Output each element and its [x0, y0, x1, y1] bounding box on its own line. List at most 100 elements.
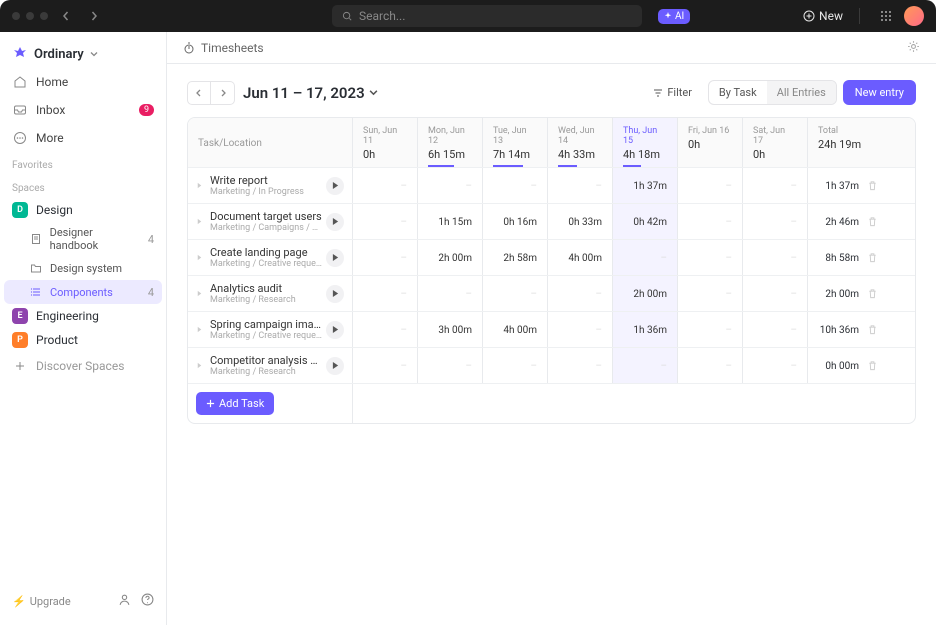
total-header: Total24h 19m — [808, 118, 886, 167]
all-entries-tab[interactable]: All Entries — [767, 81, 836, 104]
trash-icon[interactable] — [867, 252, 878, 266]
task-title: Analytics audit — [210, 282, 322, 295]
sidebar-home[interactable]: Home — [4, 68, 162, 96]
time-cell[interactable]: 1h 37m — [613, 168, 678, 203]
time-cell[interactable]: – — [613, 240, 678, 275]
time-cell[interactable]: – — [743, 204, 808, 239]
trash-icon[interactable] — [867, 216, 878, 230]
trash-icon[interactable] — [867, 324, 878, 338]
time-cell[interactable]: 0h 42m — [613, 204, 678, 239]
nav-forward-button[interactable] — [84, 6, 104, 26]
settings-icon[interactable] — [907, 40, 920, 56]
time-cell[interactable]: – — [353, 168, 418, 203]
task-title: Spring campaign imag... — [210, 318, 322, 331]
trash-icon[interactable] — [867, 288, 878, 302]
time-cell[interactable]: 2h 00m — [418, 240, 483, 275]
expand-icon[interactable] — [196, 215, 206, 228]
window-controls[interactable] — [12, 12, 48, 20]
user-avatar[interactable] — [904, 6, 924, 26]
nav-back-button[interactable] — [56, 6, 76, 26]
search-input[interactable]: Search... — [332, 5, 642, 27]
time-cell[interactable]: – — [418, 276, 483, 311]
time-cell[interactable]: – — [613, 348, 678, 383]
workspace-switcher[interactable]: Ordinary — [4, 40, 162, 68]
task-location: Marketing / Creative reque... — [210, 331, 322, 341]
discover-spaces[interactable]: Discover Spaces — [4, 352, 162, 380]
chevron-down-icon — [90, 50, 98, 58]
time-cell[interactable]: – — [743, 276, 808, 311]
time-cell[interactable]: 4h 00m — [548, 240, 613, 275]
time-cell[interactable]: – — [743, 348, 808, 383]
date-range-picker[interactable]: Jun 11 – 17, 2023 — [243, 84, 378, 102]
time-cell[interactable]: – — [353, 204, 418, 239]
sub-design-system[interactable]: Design system — [4, 256, 162, 280]
time-cell[interactable]: – — [678, 240, 743, 275]
time-cell[interactable]: – — [743, 240, 808, 275]
space-engineering[interactable]: E Engineering — [4, 304, 162, 328]
expand-icon[interactable] — [196, 251, 206, 264]
time-cell[interactable]: – — [418, 168, 483, 203]
trash-icon[interactable] — [867, 360, 878, 374]
play-button[interactable] — [326, 213, 344, 231]
add-task-button[interactable]: Add Task — [196, 392, 274, 415]
time-cell[interactable]: 1h 36m — [613, 312, 678, 347]
time-cell[interactable]: – — [418, 348, 483, 383]
time-cell[interactable]: 2h 00m — [613, 276, 678, 311]
time-cell[interactable]: – — [678, 312, 743, 347]
play-button[interactable] — [326, 285, 344, 303]
new-entry-button[interactable]: New entry — [843, 80, 916, 105]
time-cell[interactable]: – — [743, 312, 808, 347]
time-cell[interactable]: – — [353, 276, 418, 311]
sub-components[interactable]: Components 4 — [4, 280, 162, 304]
time-cell[interactable]: – — [678, 168, 743, 203]
time-cell[interactable]: 2h 58m — [483, 240, 548, 275]
filter-button[interactable]: Filter — [643, 81, 702, 104]
home-icon — [12, 74, 28, 90]
person-icon[interactable] — [118, 593, 131, 609]
prev-week-button[interactable] — [187, 81, 211, 105]
ai-button[interactable]: AI — [658, 9, 690, 24]
time-cell[interactable]: – — [548, 168, 613, 203]
expand-icon[interactable] — [196, 323, 206, 336]
table-row: Analytics auditMarketing / Research––––2… — [188, 275, 915, 311]
time-cell[interactable]: – — [548, 312, 613, 347]
time-cell[interactable]: – — [353, 240, 418, 275]
play-button[interactable] — [326, 177, 344, 195]
time-cell[interactable]: 1h 15m — [418, 204, 483, 239]
time-cell[interactable]: – — [483, 276, 548, 311]
time-cell[interactable]: 0h 33m — [548, 204, 613, 239]
play-button[interactable] — [326, 321, 344, 339]
play-button[interactable] — [326, 249, 344, 267]
time-cell[interactable]: – — [548, 276, 613, 311]
time-cell[interactable]: – — [678, 204, 743, 239]
space-product[interactable]: P Product — [4, 328, 162, 352]
sidebar-inbox[interactable]: Inbox 9 — [4, 96, 162, 124]
time-cell[interactable]: – — [353, 348, 418, 383]
new-button[interactable]: New — [803, 9, 843, 23]
time-cell[interactable]: 4h 00m — [483, 312, 548, 347]
expand-icon[interactable] — [196, 287, 206, 300]
space-design[interactable]: D Design — [4, 198, 162, 222]
expand-icon[interactable] — [196, 359, 206, 372]
time-cell[interactable]: – — [548, 348, 613, 383]
play-button[interactable] — [326, 357, 344, 375]
upgrade-button[interactable]: ⚡ Upgrade — [12, 595, 71, 608]
day-header: Thu, Jun 154h 18m — [613, 118, 678, 167]
time-cell[interactable]: – — [743, 168, 808, 203]
sidebar-more[interactable]: More — [4, 124, 162, 152]
by-task-tab[interactable]: By Task — [709, 81, 767, 104]
apps-grid-icon[interactable] — [876, 6, 896, 26]
sub-designer-handbook[interactable]: Designer handbook 4 — [4, 222, 162, 256]
time-cell[interactable]: – — [483, 348, 548, 383]
time-cell[interactable]: – — [483, 168, 548, 203]
time-cell[interactable]: – — [678, 348, 743, 383]
expand-icon[interactable] — [196, 179, 206, 192]
day-header: Mon, Jun 126h 15m — [418, 118, 483, 167]
time-cell[interactable]: 3h 00m — [418, 312, 483, 347]
help-icon[interactable] — [141, 593, 154, 609]
next-week-button[interactable] — [211, 81, 235, 105]
time-cell[interactable]: – — [353, 312, 418, 347]
time-cell[interactable]: 0h 16m — [483, 204, 548, 239]
trash-icon[interactable] — [867, 180, 878, 194]
time-cell[interactable]: – — [678, 276, 743, 311]
